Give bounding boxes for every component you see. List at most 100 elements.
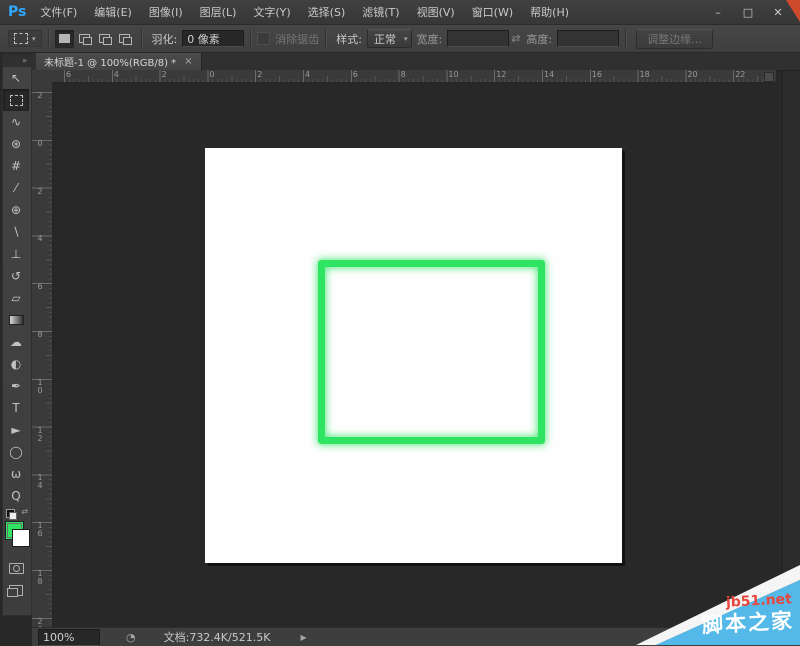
menu-window[interactable]: 窗口(W) <box>472 4 513 20</box>
quick-mask-icon <box>9 563 24 574</box>
height-input[interactable] <box>557 30 619 47</box>
hruler-label: 20 <box>687 70 697 80</box>
menu-filter[interactable]: 滤镜(T) <box>362 4 399 20</box>
dodge-tool[interactable]: ◐ <box>3 353 29 375</box>
rectangular-marquee-tool[interactable] <box>3 89 29 111</box>
hruler-label: 2 <box>162 70 167 80</box>
divider <box>48 29 49 49</box>
add-to-selection-button[interactable] <box>75 30 94 48</box>
divider <box>325 29 326 49</box>
tool-preset-picker[interactable]: ▾ <box>8 30 42 47</box>
screen-mode-button[interactable] <box>3 581 29 599</box>
height-label: 高度: <box>526 31 552 47</box>
rectangular-marquee-tool-icon <box>10 95 23 106</box>
zoom-level-input[interactable]: 100% <box>38 629 100 646</box>
menu-edit[interactable]: 编辑(E) <box>94 4 132 20</box>
spot-healing-brush-tool[interactable]: ⊕ <box>3 199 29 221</box>
width-input[interactable] <box>447 30 509 47</box>
gradient-tool-icon <box>9 315 24 325</box>
chevron-down-icon: ▾ <box>32 35 36 43</box>
ps-logo: Ps <box>8 4 26 20</box>
crop-tool-icon: # <box>11 159 21 173</box>
menu-select[interactable]: 选择(S) <box>308 4 346 20</box>
hruler-label: 10 <box>448 70 458 80</box>
new-selection-button[interactable] <box>55 30 74 48</box>
quick-mask-button[interactable] <box>3 559 29 577</box>
vruler-label: 8 <box>36 331 44 339</box>
type-tool[interactable]: T <box>3 397 29 419</box>
eraser-tool[interactable]: ▱ <box>3 287 29 309</box>
subtract-from-selection-button[interactable] <box>95 30 114 48</box>
hruler-label: 14 <box>544 70 554 80</box>
close-icon[interactable]: ✕ <box>770 6 786 19</box>
antialias-checkbox[interactable] <box>257 32 270 45</box>
history-brush-tool-icon: ↺ <box>11 269 21 283</box>
status-popup-icon[interactable]: ▶ <box>300 633 306 642</box>
vruler-label: 4 <box>36 235 44 243</box>
clone-stamp-tool[interactable]: ⊥ <box>3 243 29 265</box>
green-rectangle-shape <box>318 260 545 444</box>
antialias-label: 消除锯齿 <box>275 31 319 47</box>
menu-image[interactable]: 图像(I) <box>149 4 183 20</box>
intersect-selection-button[interactable] <box>115 30 134 48</box>
document-tab[interactable]: 未标题-1 @ 100%(RGB/8) * × <box>36 52 202 70</box>
vruler-label: 1 6 <box>36 522 44 538</box>
hruler-label: 18 <box>640 70 650 80</box>
window-controls: – □ ✕ <box>710 6 786 19</box>
swap-dimensions-icon[interactable]: ⇄ <box>511 32 520 45</box>
lasso-tool[interactable]: ∿ <box>3 111 29 133</box>
pen-tool[interactable]: ✒ <box>3 375 29 397</box>
menu-view[interactable]: 视图(V) <box>417 4 455 20</box>
eyedropper-tool[interactable]: ⁄ <box>3 177 29 199</box>
menu-layer[interactable]: 图层(L) <box>200 4 237 20</box>
close-tab-icon[interactable]: × <box>184 56 192 67</box>
gradient-tool[interactable] <box>3 309 29 331</box>
vruler-label: 1 4 <box>36 474 44 490</box>
type-tool-icon: T <box>12 401 19 415</box>
divider <box>625 29 626 49</box>
width-label: 宽度: <box>416 31 442 47</box>
hruler-label: 2 <box>257 70 262 80</box>
collapse-panel-icon[interactable]: » <box>3 55 31 67</box>
zoom-tool[interactable]: Q <box>3 485 29 507</box>
menu-help[interactable]: 帮助(H) <box>530 4 569 20</box>
hruler-label: 16 <box>592 70 602 80</box>
path-selection-tool[interactable]: ► <box>3 419 29 441</box>
clone-stamp-tool-icon: ⊥ <box>11 247 21 261</box>
maximize-icon[interactable]: □ <box>740 6 756 19</box>
canvas-viewport[interactable] <box>52 82 782 627</box>
hruler-label: 22 <box>735 70 745 80</box>
feather-input[interactable]: 0 像素 <box>182 30 244 47</box>
ellipse-tool[interactable]: ◯ <box>3 441 29 463</box>
divider <box>250 29 251 49</box>
style-dropdown[interactable]: 正常 ▾ <box>367 29 413 48</box>
document-title: 未标题-1 @ 100%(RGB/8) * <box>44 54 176 69</box>
hruler-label: 6 <box>66 70 71 80</box>
horizontal-ruler: 6420246810121416182022 <box>52 70 776 83</box>
menu-file[interactable]: 文件(F) <box>40 4 77 20</box>
status-bar: 100% ◔ 文档:732.4K/521.5K ▶ <box>32 627 800 646</box>
minimize-icon[interactable]: – <box>710 6 726 19</box>
history-brush-tool[interactable]: ↺ <box>3 265 29 287</box>
background-color-swatch[interactable] <box>12 529 30 547</box>
document-size-info: 文档:732.4K/521.5K <box>164 629 271 645</box>
move-tool-icon: ↖ <box>11 71 21 85</box>
crop-tool[interactable]: # <box>3 155 29 177</box>
move-tool[interactable]: ↖ <box>3 67 29 89</box>
hruler-label: 4 <box>114 70 119 80</box>
vruler-label: 0 <box>36 140 44 148</box>
refine-edge-button[interactable]: 调整边缘… <box>636 29 713 49</box>
hand-tool-icon: ω <box>11 467 21 481</box>
default-colors-icon[interactable] <box>6 509 15 518</box>
quick-selection-tool-icon: ⊛ <box>11 137 21 151</box>
hand-tool[interactable]: ω <box>3 463 29 485</box>
swap-colors-icon[interactable]: ⇄ <box>21 507 28 516</box>
style-value: 正常 <box>374 31 396 47</box>
blur-tool[interactable]: ☁ <box>3 331 29 353</box>
menu-type[interactable]: 文字(Y) <box>253 4 290 20</box>
canvas-document[interactable] <box>205 148 622 563</box>
vruler-label: 1 0 <box>36 379 44 395</box>
brush-tool[interactable]: ∖ <box>3 221 29 243</box>
quick-selection-tool[interactable]: ⊛ <box>3 133 29 155</box>
document-tab-bar: 未标题-1 @ 100%(RGB/8) * × <box>32 52 800 71</box>
